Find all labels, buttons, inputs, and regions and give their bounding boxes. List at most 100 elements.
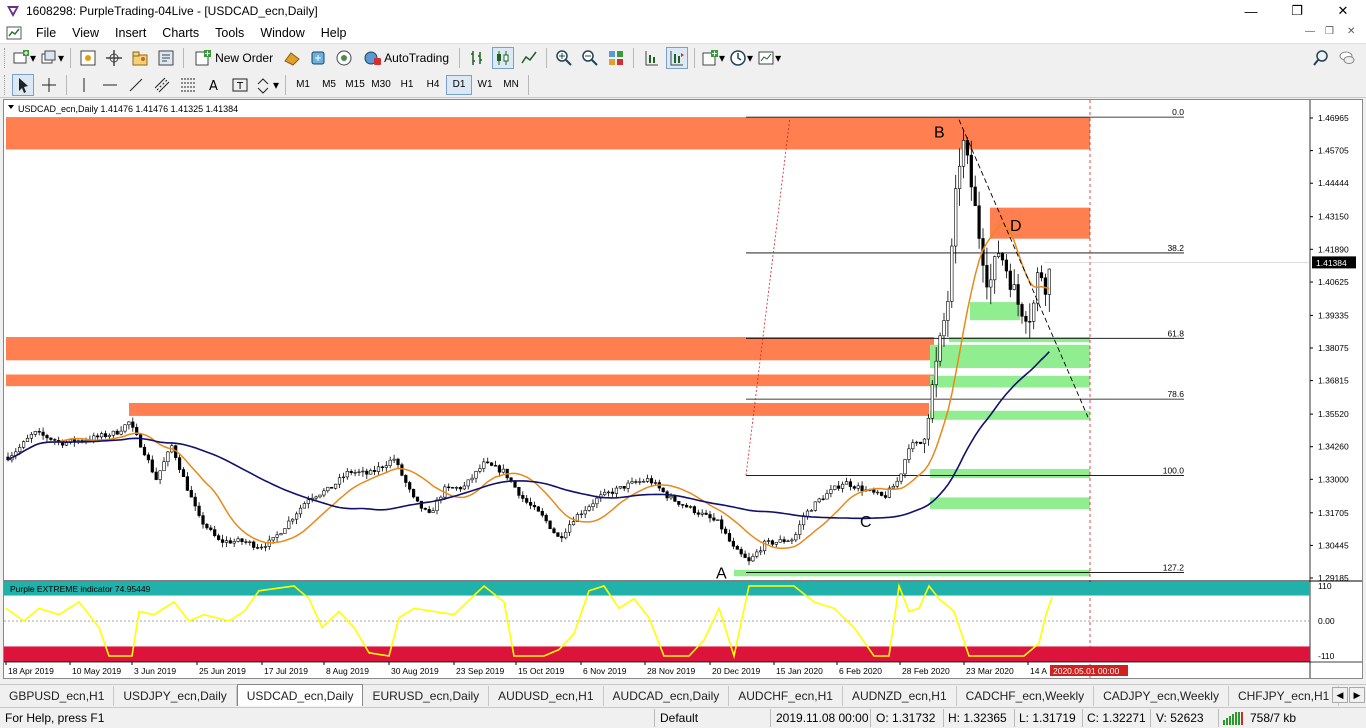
candle-body	[840, 483, 845, 489]
candle-body	[318, 494, 322, 498]
chart-menu-icon[interactable]	[8, 105, 14, 109]
menu-insert[interactable]: Insert	[107, 26, 154, 40]
chart-tab[interactable]: AUDCAD_ecn,Daily	[604, 686, 730, 706]
mdi-minimize-button[interactable]: —	[1305, 26, 1315, 37]
candle-body	[969, 154, 973, 188]
candle-body	[454, 487, 459, 489]
timeframe-m5[interactable]: M5	[316, 75, 342, 95]
chart-tab[interactable]: CADJPY_ecn,Weekly	[1094, 686, 1229, 706]
chart-tab[interactable]: USDCAD_ecn,Daily	[236, 684, 364, 706]
timeframe-h1[interactable]: H1	[394, 75, 420, 95]
candle-body	[653, 482, 657, 484]
profiles-button[interactable]: ▾	[40, 47, 64, 69]
chart-tab[interactable]: AUDCHF_ecn,H1	[729, 686, 843, 706]
candle-body	[411, 488, 416, 498]
chart-tab[interactable]: USDJPY_ecn,Daily	[114, 686, 237, 706]
price-chart[interactable]: 0.0 38.2 61.8 78.6 100.0 127.2 A B C D USDCAD_ecn,…	[4, 100, 1362, 678]
timeframe-m1[interactable]: M1	[290, 75, 316, 95]
minimize-button[interactable]: —	[1228, 0, 1274, 22]
timeframe-d1[interactable]: D1	[446, 74, 473, 95]
auto-scroll-button[interactable]	[666, 47, 689, 69]
signals-button[interactable]	[307, 47, 329, 69]
text-tool-button[interactable]: A	[203, 74, 225, 96]
metaeditor-button[interactable]	[333, 47, 355, 69]
demand-zone	[970, 302, 1020, 321]
timeframe-h4[interactable]: H4	[420, 75, 446, 95]
candle-body	[700, 512, 704, 515]
candle-body	[1047, 268, 1051, 295]
candle-body	[482, 461, 486, 469]
candle-body	[408, 482, 412, 490]
navigator-button[interactable]	[129, 47, 151, 69]
periods-button[interactable]: ▾	[729, 47, 753, 69]
candle-body	[560, 536, 564, 539]
menu-window[interactable]: Window	[252, 26, 312, 40]
chart-tab[interactable]: AUDNZD_ecn,H1	[843, 686, 957, 706]
mdi-restore-button[interactable]: ❐	[1325, 26, 1334, 37]
menu-help[interactable]: Help	[313, 26, 355, 40]
candlestick-chart-button[interactable]	[492, 47, 515, 69]
market-button[interactable]	[281, 47, 303, 69]
menu-view[interactable]: View	[64, 26, 107, 40]
candle-body	[224, 540, 229, 543]
crosshair-tool-button[interactable]	[38, 74, 60, 96]
maximize-button[interactable]: ❐	[1274, 0, 1320, 22]
menu-charts[interactable]: Charts	[154, 26, 207, 40]
fibonacci-tool-button[interactable]	[177, 74, 199, 96]
market-watch-button[interactable]	[77, 47, 99, 69]
line-chart-button[interactable]	[518, 47, 540, 69]
bar-chart-button[interactable]	[466, 47, 488, 69]
candle-body	[49, 437, 53, 440]
zoom-out-button[interactable]	[579, 47, 601, 69]
candle-body	[743, 553, 747, 558]
chart-tab[interactable]: GBPUSD_ecn,H1	[0, 686, 115, 706]
candle-body	[720, 519, 724, 530]
channel-tool-button[interactable]	[151, 74, 173, 96]
tile-windows-button[interactable]	[605, 47, 627, 69]
chat-icon[interactable]	[1336, 47, 1358, 69]
candle-body	[525, 498, 529, 503]
chart-tab[interactable]: EURUSD_ecn,Daily	[363, 686, 490, 706]
arrows-tool-button[interactable]: ▾	[255, 74, 279, 96]
chart-window[interactable]: 0.0 38.2 61.8 78.6 100.0 127.2 A B C D USDCAD_ecn,…	[3, 99, 1363, 679]
data-window-button[interactable]	[103, 47, 125, 69]
indicators-button[interactable]: ▾	[701, 47, 725, 69]
candle-body	[708, 514, 712, 519]
candle-body	[388, 459, 392, 466]
new-chart-button[interactable]: ▾	[12, 47, 36, 69]
date-tick-label: 30 Aug 2019	[391, 666, 439, 676]
trendline-tool-button[interactable]	[125, 74, 147, 96]
menu-tools[interactable]: Tools	[207, 26, 252, 40]
date-tick-label: 17 Jul 2019	[264, 666, 308, 676]
zoom-in-button[interactable]	[553, 47, 575, 69]
chart-tab[interactable]: CADCHF_ecn,Weekly	[957, 686, 1095, 706]
close-button[interactable]: ✕	[1320, 0, 1366, 22]
vertical-line-tool-button[interactable]	[73, 74, 95, 96]
candle-body	[298, 507, 303, 515]
auto-trading-button[interactable]: AutoTrading	[359, 47, 453, 69]
tab-scroll-left-button[interactable]: ◀	[1332, 687, 1348, 703]
timeframe-m30[interactable]: M30	[368, 75, 394, 95]
timeframe-m15[interactable]: M15	[342, 75, 368, 95]
price-tick-label: 1.39335	[1318, 310, 1349, 320]
horizontal-line-tool-button[interactable]	[99, 74, 121, 96]
candle-body	[907, 448, 911, 460]
candle-body	[462, 485, 466, 490]
chart-tab[interactable]: CHFJPY_ecn,H1	[1229, 686, 1340, 706]
chart-shift-button[interactable]	[640, 47, 662, 69]
cursor-tool-button[interactable]	[12, 73, 34, 96]
timeframe-mn[interactable]: MN	[498, 75, 524, 95]
candle-body	[673, 495, 677, 502]
fib-level-label: 78.6	[1167, 389, 1184, 399]
terminal-button[interactable]	[155, 47, 177, 69]
tab-scroll-right-button[interactable]: ▶	[1349, 687, 1365, 703]
candle-body	[252, 541, 256, 548]
search-icon[interactable]	[1310, 47, 1332, 69]
new-order-button[interactable]: New Order	[190, 47, 277, 69]
text-label-tool-button[interactable]: T	[229, 74, 251, 96]
timeframe-w1[interactable]: W1	[472, 75, 498, 95]
menu-file[interactable]: File	[28, 26, 64, 40]
mdi-close-button[interactable]: ✕	[1347, 26, 1355, 37]
chart-tab[interactable]: AUDUSD_ecn,H1	[489, 686, 604, 706]
templates-button[interactable]: ▾	[757, 47, 781, 69]
